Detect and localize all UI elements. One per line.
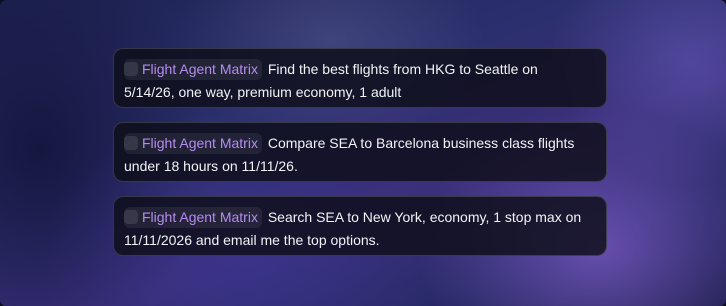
agent-name: Flight Agent Matrix xyxy=(142,209,258,225)
agent-tag: Flight Agent Matrix xyxy=(124,59,262,80)
agent-name: Flight Agent Matrix xyxy=(142,61,258,77)
background: Flight Agent Matrix Find the best flight… xyxy=(0,0,726,306)
agent-tag: Flight Agent Matrix xyxy=(124,133,262,154)
suggested-prompt-card[interactable]: Flight Agent Matrix Find the best flight… xyxy=(113,48,607,108)
suggested-prompt-card[interactable]: Flight Agent Matrix Search SEA to New Yo… xyxy=(113,196,607,256)
suggested-prompts-list: Flight Agent Matrix Find the best flight… xyxy=(113,48,607,270)
agent-icon xyxy=(124,210,138,224)
agent-icon xyxy=(124,62,138,76)
agent-tag: Flight Agent Matrix xyxy=(124,207,262,228)
suggested-prompt-card[interactable]: Flight Agent Matrix Compare SEA to Barce… xyxy=(113,122,607,182)
agent-name: Flight Agent Matrix xyxy=(142,135,258,151)
agent-icon xyxy=(124,136,138,150)
